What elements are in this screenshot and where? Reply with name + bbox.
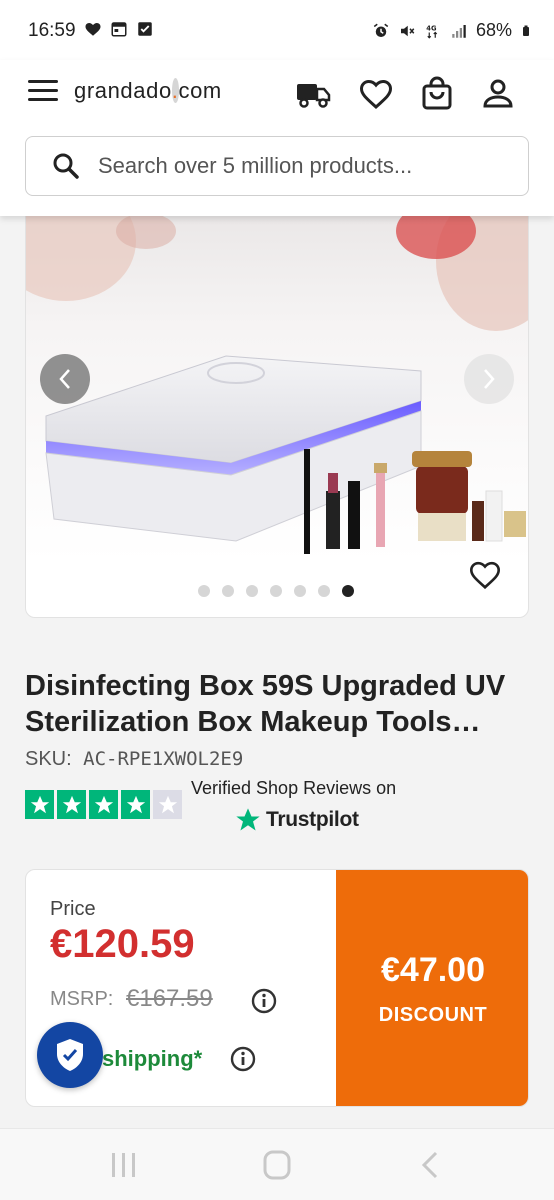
carousel-next-button[interactable] <box>464 354 514 404</box>
star-empty-icon <box>153 790 182 819</box>
battery-icon <box>523 25 529 36</box>
status-notification-icons <box>84 20 154 38</box>
mute-icon <box>400 25 415 36</box>
battery-percent: 68% <box>475 20 512 40</box>
trustpilot-logo[interactable]: Trustpilot <box>234 806 359 834</box>
price-card: Price €120.59 MSRP: €167.59 shipping* €4… <box>25 869 529 1107</box>
rating-stars[interactable] <box>25 790 182 819</box>
shield-check-icon <box>57 1039 83 1071</box>
sku-label: SKU: <box>25 748 72 770</box>
status-system-icons: 4G 68% <box>372 20 532 41</box>
site-logo[interactable]: grandado.com <box>74 78 222 104</box>
alarm-icon <box>373 23 389 37</box>
search-bar[interactable] <box>25 136 529 196</box>
search-input[interactable] <box>98 150 508 182</box>
star-icon <box>25 790 54 819</box>
carousel-dot[interactable] <box>294 585 306 597</box>
status-bar: 16:59 4G 68% <box>0 0 554 60</box>
wishlist-heart-icon[interactable] <box>358 76 394 112</box>
account-user-icon[interactable] <box>480 76 516 112</box>
home-icon[interactable] <box>259 1149 295 1181</box>
chevron-right-icon <box>484 369 495 389</box>
msrp-label: MSRP: <box>50 988 114 1010</box>
svg-text:4G: 4G <box>426 24 437 32</box>
add-to-wishlist-icon[interactable] <box>468 558 502 592</box>
sku-value: AC-RPE1XWOL2E9 <box>83 748 244 770</box>
trustpilot-label: Trustpilot <box>266 808 359 831</box>
logo-dot: . <box>171 78 179 103</box>
carousel-dot[interactable] <box>222 585 234 597</box>
carousel-dot[interactable] <box>246 585 258 597</box>
chevron-left-icon <box>59 369 70 389</box>
product-title: Disinfecting Box 59S Upgraded UV Sterili… <box>25 670 506 738</box>
calendar-icon <box>111 22 127 37</box>
carousel-pagination <box>198 585 354 597</box>
price-label: Price <box>50 898 96 920</box>
carousel-dot[interactable] <box>198 585 210 597</box>
carousel-dot-active[interactable] <box>342 585 354 597</box>
discount-amount: €47.00 <box>381 951 485 989</box>
hamburger-menu-icon[interactable] <box>28 80 58 104</box>
checkbox-icon <box>138 22 152 36</box>
carousel-prev-button[interactable] <box>40 354 90 404</box>
system-navigation-bar <box>0 1128 554 1200</box>
discount-panel: €47.00 DISCOUNT <box>336 870 528 1106</box>
star-icon <box>57 790 86 819</box>
logo-name: grandado <box>74 78 172 103</box>
price-value: €120.59 <box>50 922 195 966</box>
product-image-carousel[interactable] <box>25 200 529 618</box>
signal-icon <box>452 24 466 38</box>
trustpilot-star-icon <box>236 808 260 831</box>
recent-apps-icon[interactable] <box>106 1149 142 1181</box>
shipping-text: shipping* <box>102 1046 203 1071</box>
msrp-value: €167.59 <box>126 985 213 1012</box>
star-icon <box>121 790 150 819</box>
site-header: grandado.com <box>0 60 554 216</box>
heart-notification-icon <box>85 23 101 36</box>
product-sku: SKU: AC-RPE1XWOL2E9 <box>25 748 243 771</box>
shopping-bag-icon[interactable] <box>419 76 455 112</box>
msrp-info-icon[interactable] <box>251 988 277 1014</box>
carousel-dot[interactable] <box>318 585 330 597</box>
star-icon <box>89 790 118 819</box>
delivery-truck-icon[interactable] <box>296 76 332 112</box>
logo-tld: com <box>178 78 222 103</box>
back-icon[interactable] <box>414 1149 450 1181</box>
buyer-protection-badge[interactable] <box>37 1022 103 1088</box>
search-icon[interactable] <box>52 152 80 180</box>
network-4g-icon: 4G <box>426 24 438 39</box>
status-time: 16:59 <box>28 20 76 41</box>
product-photo <box>26 201 528 561</box>
shipping-info-icon[interactable] <box>230 1046 256 1072</box>
discount-label: DISCOUNT <box>378 1004 488 1026</box>
verified-reviews-text: Verified Shop Reviews on <box>191 778 397 798</box>
carousel-dot[interactable] <box>270 585 282 597</box>
